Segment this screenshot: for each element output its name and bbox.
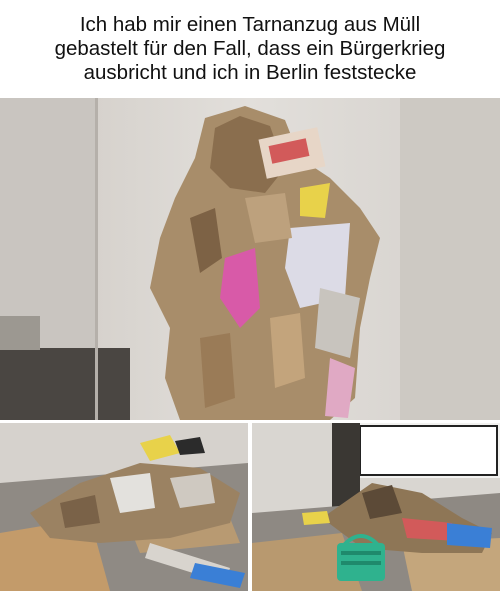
caption-line-1: Ich hab mir einen Tarnanzug aus Müll [79,13,421,36]
photo-standing-suit [0,98,500,420]
meme-caption: Ich hab mir einen Tarnanzug aus Müll geb… [0,0,500,98]
caption-line-3: ausbricht und ich in Berlin feststecke [83,61,417,84]
caption-line-2: gebastelt für den Fall, dass ein Bürgerk… [54,37,446,60]
photo-suit-lying-left [0,423,248,591]
photo-suit-lying-right [252,423,500,591]
